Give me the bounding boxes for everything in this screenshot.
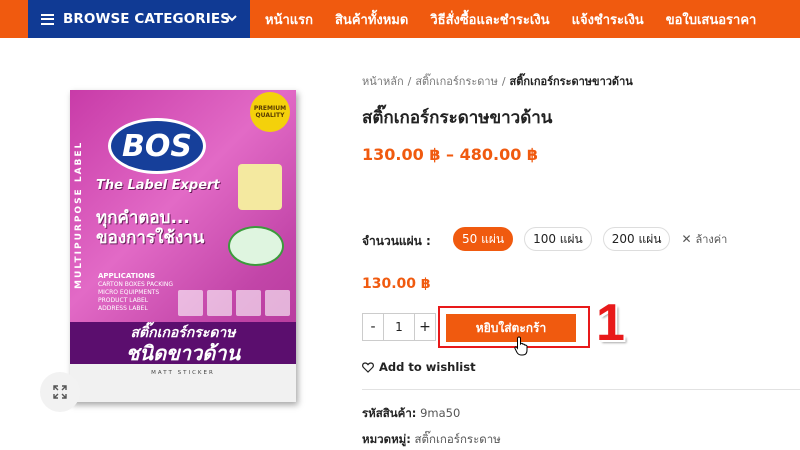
increase-button[interactable]: + (415, 319, 435, 335)
breadcrumb: หน้าหลัก / สติ๊กเกอร์กระดาษ / สติ๊กเกอร์กระด… (362, 75, 633, 88)
category-link[interactable]: สติ๊กเกอร์กระดาษ (415, 432, 501, 446)
menu-icon (41, 13, 54, 25)
selected-price: 130.00 ฿ (362, 276, 431, 292)
clear-label: ล้างค่า (695, 233, 728, 246)
label-sheet-illustration (238, 164, 282, 210)
premium-badge: PREMIUM QUALITY (250, 92, 290, 132)
product-image[interactable]: MULTIPURPOSE LABEL BOS PREMIUM QUALITY T… (70, 90, 296, 402)
sheet-count-label: จำนวนแผ่น : (362, 234, 431, 248)
quantity-stepper: - 1 + (362, 313, 436, 341)
matt-sticker-label: MATT STICKER (151, 370, 215, 376)
sheet-count-options: 50 แผ่น 100 แผ่น 200 แผ่น ✕ ล้างค่า (453, 227, 727, 251)
breadcrumb-home[interactable]: หน้าหลัก (362, 75, 404, 88)
add-to-wishlist-link[interactable]: Add to wishlist (362, 360, 476, 374)
option-200-sheets[interactable]: 200 แผ่น (602, 227, 671, 251)
product-title: สติ๊กเกอร์กระดาษขาวด้าน (362, 108, 553, 128)
sku-value: 9ma50 (420, 406, 461, 420)
hand-cursor-icon (514, 336, 528, 356)
heart-icon (362, 361, 374, 373)
menu-item-home[interactable]: หน้าแรก (265, 9, 313, 30)
package-headline-2: ของการใช้งาน (96, 228, 205, 248)
printer-illustration (228, 226, 284, 266)
breadcrumb-current: สติ๊กเกอร์กระดาษขาวด้าน (509, 75, 633, 88)
breadcrumb-category[interactable]: สติ๊กเกอร์กระดาษ (415, 75, 498, 88)
package-band: สติ๊กเกอร์กระดาษ ชนิดขาวด้าน (70, 322, 296, 364)
divider (362, 389, 800, 390)
brand-logo: BOS (108, 118, 206, 174)
clear-selection-link[interactable]: ✕ ล้างค่า (681, 230, 727, 248)
close-icon: ✕ (681, 232, 692, 246)
package-tagline: The Label Expert (96, 178, 220, 193)
menu-item-quotation[interactable]: ขอใบเสนอราคา (666, 9, 757, 30)
menu-item-payment-notify[interactable]: แจ้งชำระเงิน (572, 9, 644, 30)
chevron-down-icon (227, 15, 237, 22)
package-side-text: MULTIPURPOSE LABEL (74, 140, 84, 290)
step-number-annotation: 1 (596, 294, 625, 352)
wishlist-label: Add to wishlist (379, 360, 476, 374)
expand-icon (53, 385, 67, 399)
zoom-button[interactable] (40, 372, 80, 412)
top-nav: BROWSE CATEGORIES หน้าแรก สินค้าทั้งหมด … (0, 0, 800, 38)
package-band-line-1: สติ๊กเกอร์กระดาษ (130, 325, 236, 341)
applications-title: APPLICATIONS (98, 272, 155, 280)
browse-categories-button[interactable]: BROWSE CATEGORIES (28, 0, 250, 38)
option-100-sheets[interactable]: 100 แผ่น (524, 227, 592, 251)
usage-icons (178, 290, 290, 316)
price-range: 130.00 ฿ – 480.00 ฿ (362, 145, 539, 164)
menu-item-all-products[interactable]: สินค้าทั้งหมด (335, 9, 408, 30)
sku-label: รหัสสินค้า: (362, 406, 417, 420)
add-to-cart-button[interactable]: หยิบใส่ตะกร้า (446, 314, 576, 342)
browse-categories-label: BROWSE CATEGORIES (63, 11, 231, 27)
category-row: หมวดหมู่: สติ๊กเกอร์กระดาษ (362, 431, 501, 449)
decrease-button[interactable]: - (363, 319, 383, 335)
main-menu: หน้าแรก สินค้าทั้งหมด วิธีสั่งซื้อและชำร… (265, 0, 778, 38)
category-label: หมวดหมู่: (362, 432, 411, 446)
menu-item-how-to-order[interactable]: วิธีสั่งซื้อและชำระเงิน (430, 9, 549, 30)
application-item: CARTON BOXES PACKING (98, 281, 174, 288)
package-headline-1: ทุกคำตอบ... (96, 208, 190, 228)
package-headline: ทุกคำตอบ... ของการใช้งาน (96, 208, 204, 248)
quantity-input[interactable]: 1 (383, 314, 415, 340)
sku-row: รหัสสินค้า: 9ma50 (362, 405, 460, 423)
package-footer: MATT STICKER (70, 364, 296, 402)
option-50-sheets[interactable]: 50 แผ่น (453, 227, 514, 251)
package-band-line-2: ชนิดขาวด้าน (125, 341, 241, 365)
